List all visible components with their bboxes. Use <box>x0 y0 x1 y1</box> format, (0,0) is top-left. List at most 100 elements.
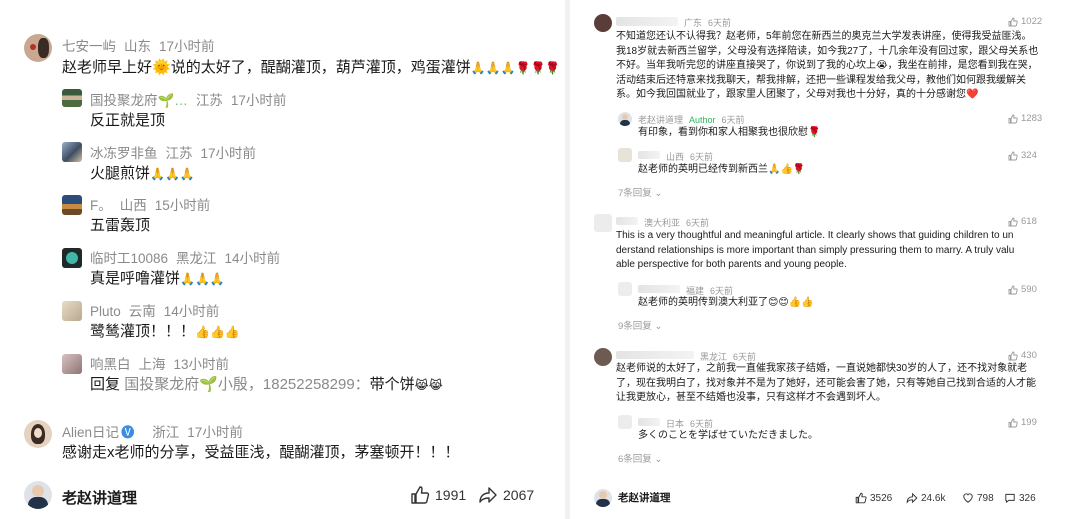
thumbs-up-icon <box>1008 114 1018 123</box>
avatar[interactable] <box>618 282 632 296</box>
reply-like-button[interactable]: 199 <box>1008 417 1037 428</box>
avatar[interactable] <box>62 354 82 374</box>
comment-like-button[interactable]: 430 <box>1008 350 1037 361</box>
blurred-username <box>638 285 680 293</box>
like-button[interactable]: 1991 <box>410 485 466 505</box>
right-comment-panel: 广东 6天前 1022 不知道您还认不认得我？赵老师，5年前您在新西兰的奥克兰大学… <box>570 0 1080 519</box>
avatar[interactable] <box>594 348 612 366</box>
username[interactable]: F。 <box>90 198 112 213</box>
quoted-username[interactable]: 小殷，18252258299： <box>218 376 370 393</box>
author-avatar[interactable] <box>618 112 632 126</box>
comment-text: 赵老师早上好🌞说的太好了，醍醐灌顶，葫芦灌顶，鸡蛋灌饼🙏🙏🙏🌹🌹🌹 <box>62 59 561 76</box>
comment-text: 赵老师说的太好了，之前我一直催我家孩子结婚，一直说她都快30岁的人了，还不找对象… <box>616 363 1036 404</box>
left-comment-panel: 七安一屿 山东 17小时前 赵老师早上好🌞说的太好了，醍醐灌顶，葫芦灌顶，鸡蛋灌饼🙏… <box>0 0 565 519</box>
chevron-down-icon: ⌄ <box>654 321 663 332</box>
reply-text: 鹭鸶灌顶！！！👍👍👍 <box>90 323 240 340</box>
sprout-icon: 🌱… <box>157 93 188 108</box>
reply-like-button[interactable]: 590 <box>1008 284 1037 295</box>
avatar[interactable] <box>62 89 82 107</box>
thumbs-up-icon <box>1008 351 1018 360</box>
comment-meta: 澳大利亚 6天前 <box>644 218 710 228</box>
emoji-group: 🙏🙏🙏🌹🌹🌹 <box>470 61 561 75</box>
verified-icon: 🅥 <box>121 425 135 440</box>
reply-text: 回复 国投聚龙府🌱小殷，18252258299：带个饼😹😹 <box>90 376 443 393</box>
avatar[interactable] <box>618 415 632 429</box>
quoted-username[interactable]: 国投聚龙府 <box>124 376 199 393</box>
username[interactable]: Alien日记 <box>62 425 119 440</box>
emoji-group: 🙏🙏🙏 <box>180 272 225 286</box>
avatar[interactable] <box>594 214 612 232</box>
comment-meta: Alien日记 🅥 浙江 17小时前 <box>62 425 243 440</box>
favorite-button[interactable]: 798 <box>962 492 994 504</box>
comment-text: 不知道您还认不认得我？赵老师，5年前您在新西兰的奥克兰大学发表讲座，使得我受益匪… <box>616 31 1039 101</box>
username[interactable]: 冰冻罗非鱼 <box>90 146 158 161</box>
heart-icon <box>963 493 973 503</box>
reply-text: 真是呼噜灌饼🙏🙏🙏 <box>90 270 225 287</box>
username[interactable]: 国投聚龙府 <box>90 93 158 108</box>
reply-meta: F。 山西 15小时前 <box>90 198 211 213</box>
emoji-group: 👍👍👍 <box>195 325 240 339</box>
comment-like-button[interactable]: 618 <box>1008 216 1037 227</box>
username[interactable]: 临时工10086 <box>90 251 168 266</box>
comment-meta: 七安一屿 山东 17小时前 <box>62 35 223 55</box>
blurred-username <box>616 351 694 359</box>
author-avatar[interactable] <box>594 489 612 507</box>
like-count: 1991 <box>435 487 467 503</box>
like-button[interactable]: 3526 <box>855 492 892 504</box>
emoji-group: 😹😹 <box>414 378 443 392</box>
reply-meta: 响黑白 上海 13小时前 <box>90 357 230 372</box>
blurred-username <box>638 418 660 426</box>
avatar[interactable] <box>594 14 612 32</box>
author-name[interactable]: 老赵讲道理 <box>618 491 671 506</box>
chevron-down-icon: ⌄ <box>654 188 663 199</box>
comment-button[interactable]: 326 <box>1004 492 1036 504</box>
share-icon <box>479 487 497 503</box>
sprout-icon: 🌱 <box>199 376 218 393</box>
share-button[interactable]: 2067 <box>478 485 534 505</box>
expand-replies-link[interactable]: 7条回复 ⌄ <box>618 185 662 199</box>
avatar[interactable] <box>62 195 82 215</box>
comment-meta: 广东 6天前 <box>684 18 732 28</box>
reply-like-button[interactable]: 1283 <box>1008 113 1042 124</box>
timestamp: 17小时前 <box>159 39 215 54</box>
author-avatar[interactable] <box>24 481 52 509</box>
reply-like-button[interactable]: 324 <box>1008 150 1037 161</box>
emoji-group: 🙏🙏🙏 <box>150 167 195 181</box>
avatar[interactable] <box>62 142 82 162</box>
username[interactable]: 响黑白 <box>90 357 131 372</box>
reply-text: 赵老师的英明传到澳大利亚了😊😊👍👍 <box>638 297 814 308</box>
avatar[interactable] <box>618 148 632 162</box>
reply-text: 多くのことを学ばせていただきました。 <box>638 430 818 441</box>
share-count: 2067 <box>503 487 535 503</box>
thumbs-up-icon <box>1008 285 1018 294</box>
avatar[interactable] <box>62 301 82 321</box>
share-button[interactable]: 24.6k <box>906 492 945 504</box>
thumbs-up-icon <box>1008 418 1018 427</box>
username[interactable]: 七安一屿 <box>62 39 116 54</box>
author-name[interactable]: 老赵讲道理 <box>62 487 137 508</box>
reply-text: 反正就是顶 <box>90 112 166 129</box>
thumbs-up-icon <box>1008 217 1018 226</box>
reply-meta: 山西 6天前 <box>666 152 714 162</box>
username[interactable]: 老赵讲道理 <box>638 115 683 125</box>
reply-meta: 老赵讲道理 Author 6天前 <box>638 115 745 125</box>
location-label: 山东 <box>124 39 151 54</box>
reply-meta: 国投聚龙府🌱… 江苏 17小时前 <box>90 93 287 108</box>
avatar[interactable] <box>62 248 82 268</box>
chevron-down-icon: ⌄ <box>654 454 663 465</box>
expand-replies-link[interactable]: 9条回复 ⌄ <box>618 318 662 332</box>
thumbs-up-icon <box>411 486 430 504</box>
avatar[interactable] <box>24 420 52 448</box>
reply-text: 有印象，看到你和家人相聚我也很欣慰🌹 <box>638 127 821 138</box>
comment-like-button[interactable]: 1022 <box>1008 16 1042 27</box>
avatar[interactable] <box>24 34 52 62</box>
thumbs-up-icon <box>855 492 867 504</box>
username[interactable]: Pluto <box>90 304 121 319</box>
share-icon <box>906 492 918 504</box>
comment-icon <box>1005 493 1015 503</box>
author-badge: Author <box>689 115 716 125</box>
reply-meta: 临时工10086 黑龙江 14小时前 <box>90 251 281 266</box>
blurred-username <box>616 17 678 26</box>
expand-replies-link[interactable]: 6条回复 ⌄ <box>618 451 662 465</box>
sun-emoji-icon: 🌞 <box>152 59 171 76</box>
